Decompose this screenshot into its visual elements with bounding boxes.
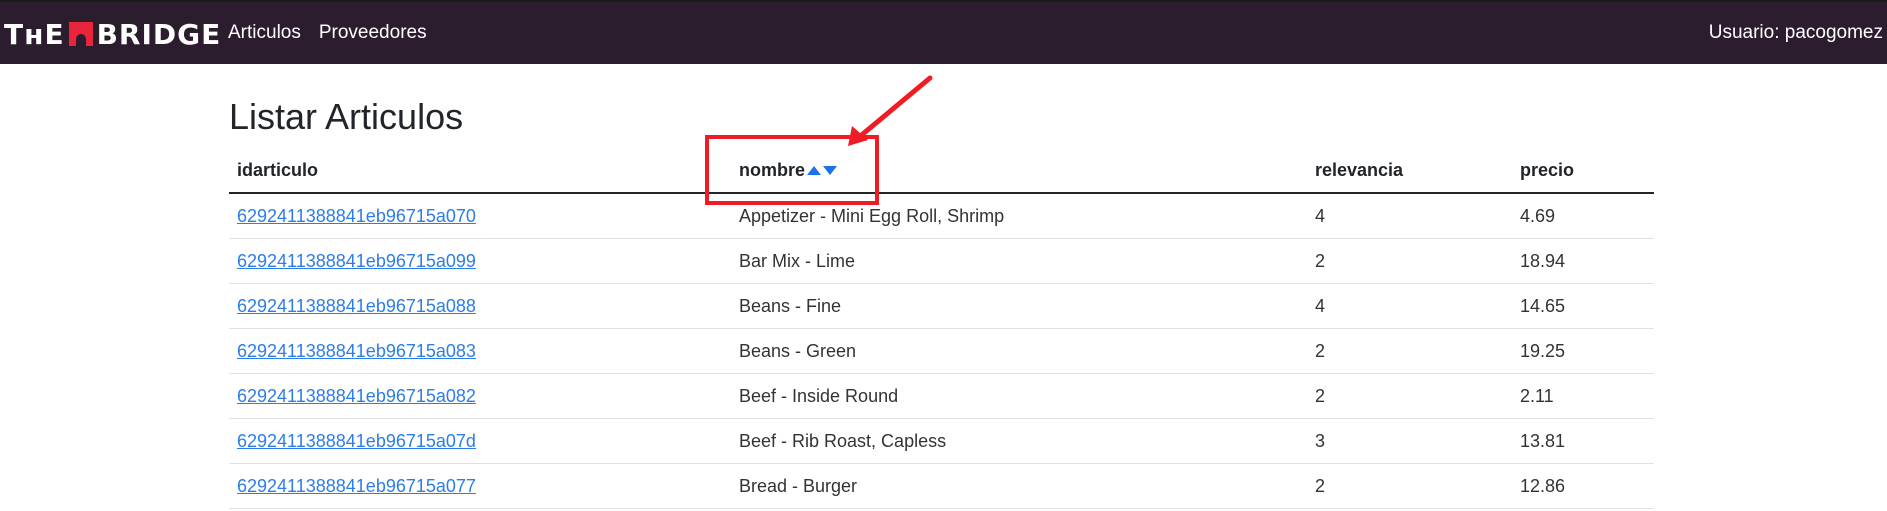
table-row: 6292411388841eb96715a082 Beef - Inside R… [229, 373, 1654, 419]
nav-link-articulos[interactable]: Articulos [228, 22, 301, 44]
cell-idarticulo: 6292411388841eb96715a07d [229, 418, 731, 464]
cell-idarticulo: 6292411388841eb96715a088 [229, 283, 731, 329]
brand-logo-mark-icon [68, 22, 93, 46]
cell-nombre: Appetizer - Mini Egg Roll, Shrimp [731, 193, 1307, 239]
cell-relevancia: 4 [1307, 193, 1512, 239]
cell-idarticulo: 6292411388841eb96715a070 [229, 193, 731, 239]
brand-logo-the: TʜE [4, 17, 65, 51]
table-body: 6292411388841eb96715a070 Appetizer - Min… [229, 193, 1654, 509]
table-row: 6292411388841eb96715a083 Beans - Green 2… [229, 328, 1654, 374]
cell-relevancia: 2 [1307, 238, 1512, 284]
nav-links: Articulos Proveedores [228, 22, 427, 44]
column-header-relevancia: relevancia [1307, 148, 1512, 194]
cell-relevancia: 3 [1307, 418, 1512, 464]
column-header-nombre-label: nombre [739, 159, 806, 180]
cell-idarticulo: 6292411388841eb96715a077 [229, 463, 731, 509]
cell-idarticulo: 6292411388841eb96715a082 [229, 373, 731, 419]
cell-relevancia: 2 [1307, 373, 1512, 419]
cell-nombre: Bread - Burger [731, 463, 1307, 509]
cell-idarticulo: 6292411388841eb96715a099 [229, 238, 731, 284]
sort-controls [807, 166, 838, 176]
column-header-idarticulo: idarticulo [229, 148, 731, 194]
table-header-row: idarticulo nombre relevancia precio [229, 148, 1654, 194]
table-row: 6292411388841eb96715a088 Beans - Fine 4 … [229, 283, 1654, 329]
top-navbar: TʜE BRIDGE Articulos Proveedores Usuario… [0, 0, 1887, 64]
articles-table: idarticulo nombre relevancia precio 6292… [229, 148, 1654, 509]
page-title: Listar Articulos [229, 96, 464, 137]
article-id-link[interactable]: 6292411388841eb96715a088 [237, 296, 476, 316]
cell-precio: 13.81 [1512, 418, 1654, 464]
cell-precio: 18.94 [1512, 238, 1654, 284]
cell-relevancia: 2 [1307, 328, 1512, 374]
table-row: 6292411388841eb96715a070 Appetizer - Min… [229, 193, 1654, 239]
table-row: 6292411388841eb96715a099 Bar Mix - Lime … [229, 238, 1654, 284]
cell-precio: 2.11 [1512, 373, 1654, 419]
nav-link-proveedores[interactable]: Proveedores [319, 22, 427, 44]
cell-relevancia: 2 [1307, 463, 1512, 509]
article-id-link[interactable]: 6292411388841eb96715a083 [237, 341, 476, 361]
brand-logo-bridge: BRIDGE [96, 17, 222, 51]
table-row: 6292411388841eb96715a077 Bread - Burger … [229, 463, 1654, 509]
table-row: 6292411388841eb96715a07d Beef - Rib Roas… [229, 418, 1654, 464]
cell-precio: 14.65 [1512, 283, 1654, 329]
cell-nombre: Beans - Green [731, 328, 1307, 374]
current-user-label: Usuario: pacogomez [1708, 22, 1883, 43]
cell-nombre: Bar Mix - Lime [731, 238, 1307, 284]
article-id-link[interactable]: 6292411388841eb96715a07d [237, 431, 476, 451]
cell-idarticulo: 6292411388841eb96715a083 [229, 328, 731, 374]
article-id-link[interactable]: 6292411388841eb96715a082 [237, 386, 476, 406]
column-header-precio: precio [1512, 148, 1654, 194]
cell-nombre: Beef - Inside Round [731, 373, 1307, 419]
cell-precio: 4.69 [1512, 193, 1654, 239]
cell-nombre: Beans - Fine [731, 283, 1307, 329]
cell-nombre: Beef - Rib Roast, Capless [731, 418, 1307, 464]
brand-logo[interactable]: TʜE BRIDGE [4, 17, 222, 51]
sort-ascending-icon[interactable] [807, 166, 822, 176]
article-id-link[interactable]: 6292411388841eb96715a077 [237, 476, 476, 496]
article-id-link[interactable]: 6292411388841eb96715a099 [237, 251, 476, 271]
sort-descending-icon[interactable] [823, 166, 838, 176]
cell-precio: 12.86 [1512, 463, 1654, 509]
article-id-link[interactable]: 6292411388841eb96715a070 [237, 206, 476, 226]
cell-relevancia: 4 [1307, 283, 1512, 329]
table-header: idarticulo nombre relevancia precio [229, 148, 1654, 194]
column-header-nombre: nombre [731, 148, 1307, 194]
cell-precio: 19.25 [1512, 328, 1654, 374]
